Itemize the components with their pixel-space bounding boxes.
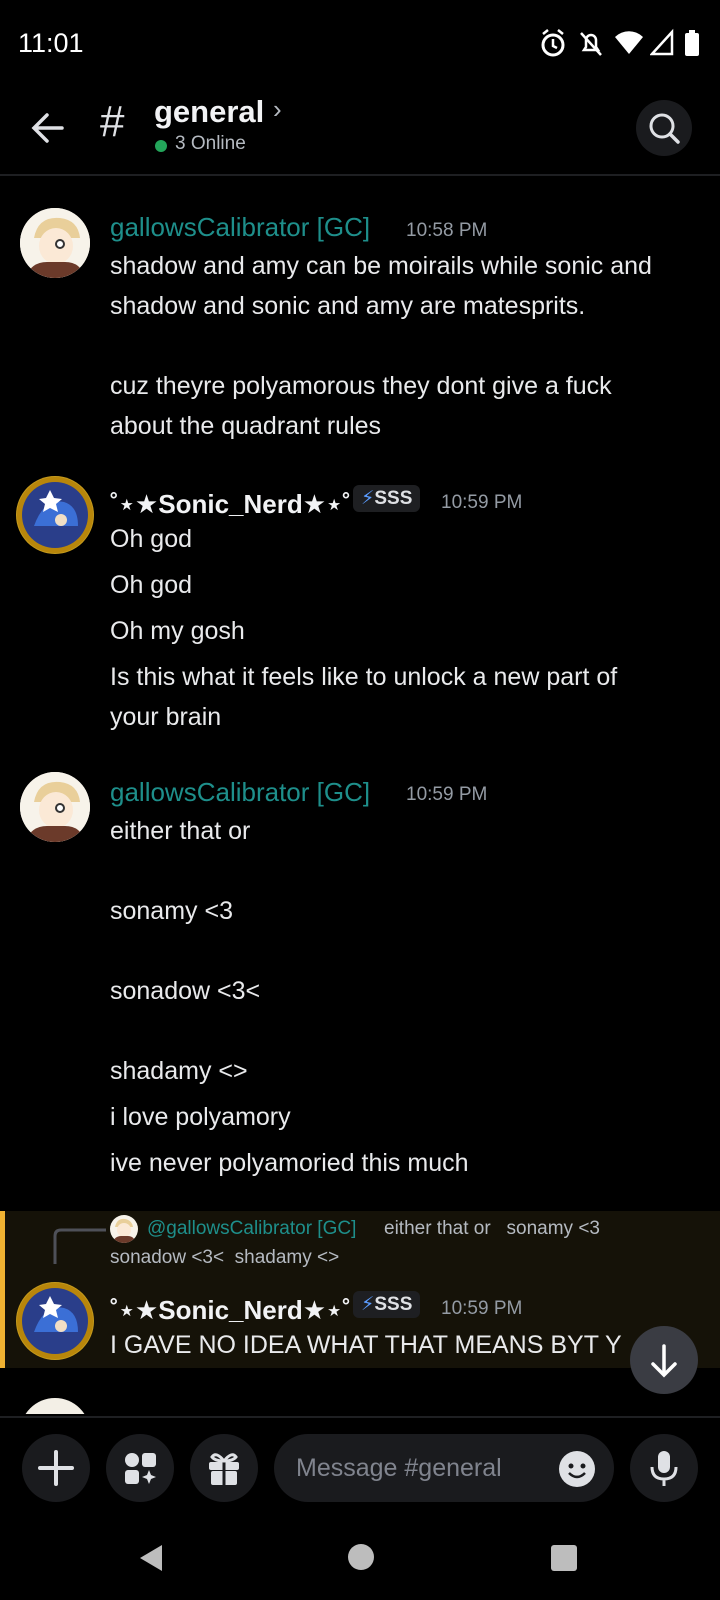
message-author[interactable]: gallowsCalibrator [GC] bbox=[110, 212, 370, 243]
server-tag-label: SSS bbox=[374, 1294, 413, 1315]
message-line: Oh my gosh bbox=[110, 617, 245, 645]
battery-icon bbox=[685, 30, 699, 56]
reply-avatar bbox=[110, 1215, 138, 1243]
apps-button[interactable] bbox=[106, 1434, 174, 1502]
message-line: cuz theyre polyamorous they dont give a … bbox=[110, 372, 612, 400]
channel-header: # general › 3 Online bbox=[0, 86, 720, 176]
reply-author[interactable]: @gallowsCalibrator [GC] bbox=[147, 1218, 356, 1240]
voice-message-button[interactable] bbox=[630, 1434, 698, 1502]
message-line: either that or bbox=[110, 817, 251, 845]
gift-button[interactable] bbox=[190, 1434, 258, 1502]
message-timestamp: 10:59 PM bbox=[441, 492, 523, 513]
message-line: shadow and sonic and amy are matesprits. bbox=[110, 292, 586, 320]
arrow-down-icon bbox=[651, 1344, 677, 1378]
message-timestamp: 10:59 PM bbox=[406, 784, 488, 805]
message-line: shadow and amy can be moirails while son… bbox=[110, 252, 652, 280]
nav-recents-icon[interactable] bbox=[550, 1544, 578, 1572]
apps-icon bbox=[125, 1453, 156, 1484]
nav-home-icon[interactable] bbox=[346, 1542, 376, 1572]
server-tag: ⚡SSS bbox=[353, 1291, 421, 1318]
nav-back-icon[interactable] bbox=[136, 1542, 168, 1574]
message-input-placeholder: Message #general bbox=[296, 1454, 502, 1482]
message-author[interactable]: gallowsCalibrator [GC] bbox=[110, 777, 370, 808]
signal-icon bbox=[650, 28, 674, 56]
message-line: sonadow <3< bbox=[110, 977, 261, 1005]
avatar-sonic-nerd[interactable] bbox=[16, 476, 94, 554]
message-input[interactable]: Message #general bbox=[274, 1434, 614, 1502]
alarm-icon bbox=[541, 29, 565, 57]
message-line: Oh god bbox=[110, 525, 193, 553]
message-line: your brain bbox=[110, 703, 222, 731]
back-arrow-icon[interactable] bbox=[26, 106, 70, 150]
emoji-icon[interactable] bbox=[558, 1450, 596, 1488]
jump-to-bottom-button[interactable] bbox=[630, 1326, 698, 1394]
message-author[interactable]: ˚⋆★Sonic_Nerd★⋆˚ bbox=[110, 1295, 351, 1326]
reply-preview[interactable]: either that or sonamy <3 bbox=[384, 1218, 600, 1240]
add-attachment-button[interactable] bbox=[22, 1434, 90, 1502]
message-timestamp: 10:58 PM bbox=[406, 220, 488, 241]
wifi-icon bbox=[615, 31, 643, 54]
search-icon bbox=[649, 113, 680, 144]
reply-connector bbox=[53, 1228, 106, 1264]
avatar-gallowscalibrator[interactable] bbox=[20, 772, 90, 842]
message-composer: Message #general bbox=[0, 1416, 720, 1518]
gift-icon bbox=[209, 1453, 239, 1485]
message-line: ive never polyamoried this much bbox=[110, 1149, 469, 1177]
online-count: 3 Online bbox=[175, 133, 246, 154]
message-line: i love polyamory bbox=[110, 1103, 291, 1131]
search-button[interactable] bbox=[636, 100, 692, 156]
avatar-gallowscalibrator[interactable] bbox=[20, 208, 90, 278]
channel-title[interactable]: general bbox=[154, 94, 264, 130]
plus-icon bbox=[38, 1450, 74, 1486]
channel-hash-icon: # bbox=[100, 97, 125, 146]
server-tag: ⚡SSS bbox=[353, 485, 421, 512]
chevron-right-icon[interactable]: › bbox=[273, 94, 282, 125]
message-timestamp: 10:59 PM bbox=[441, 1298, 523, 1319]
reply-preview-line-2[interactable]: sonadow <3< shadamy <> bbox=[110, 1247, 339, 1269]
lightning-icon: ⚡ bbox=[361, 1294, 375, 1315]
avatar-partial bbox=[20, 1398, 90, 1414]
message-line: Is this what it feels like to unlock a n… bbox=[110, 663, 618, 691]
status-time: 11:01 bbox=[18, 28, 84, 58]
online-status-dot bbox=[155, 140, 167, 152]
message-line: shadamy <> bbox=[110, 1057, 248, 1085]
avatar-sonic-nerd[interactable] bbox=[16, 1282, 94, 1360]
message-line: sonamy <3 bbox=[110, 897, 233, 925]
lightning-icon: ⚡ bbox=[361, 488, 375, 509]
server-tag-label: SSS bbox=[374, 488, 413, 509]
message-line: Oh god bbox=[110, 571, 193, 599]
system-nav-bar bbox=[0, 1516, 720, 1600]
message-author[interactable]: ˚⋆★Sonic_Nerd★⋆˚ bbox=[110, 489, 351, 520]
message-line: I GAVE NO IDEA WHAT THAT MEANS BYT Y bbox=[110, 1331, 622, 1359]
message-line: about the quadrant rules bbox=[110, 412, 382, 440]
microphone-icon bbox=[650, 1451, 678, 1486]
mute-icon bbox=[580, 32, 602, 56]
